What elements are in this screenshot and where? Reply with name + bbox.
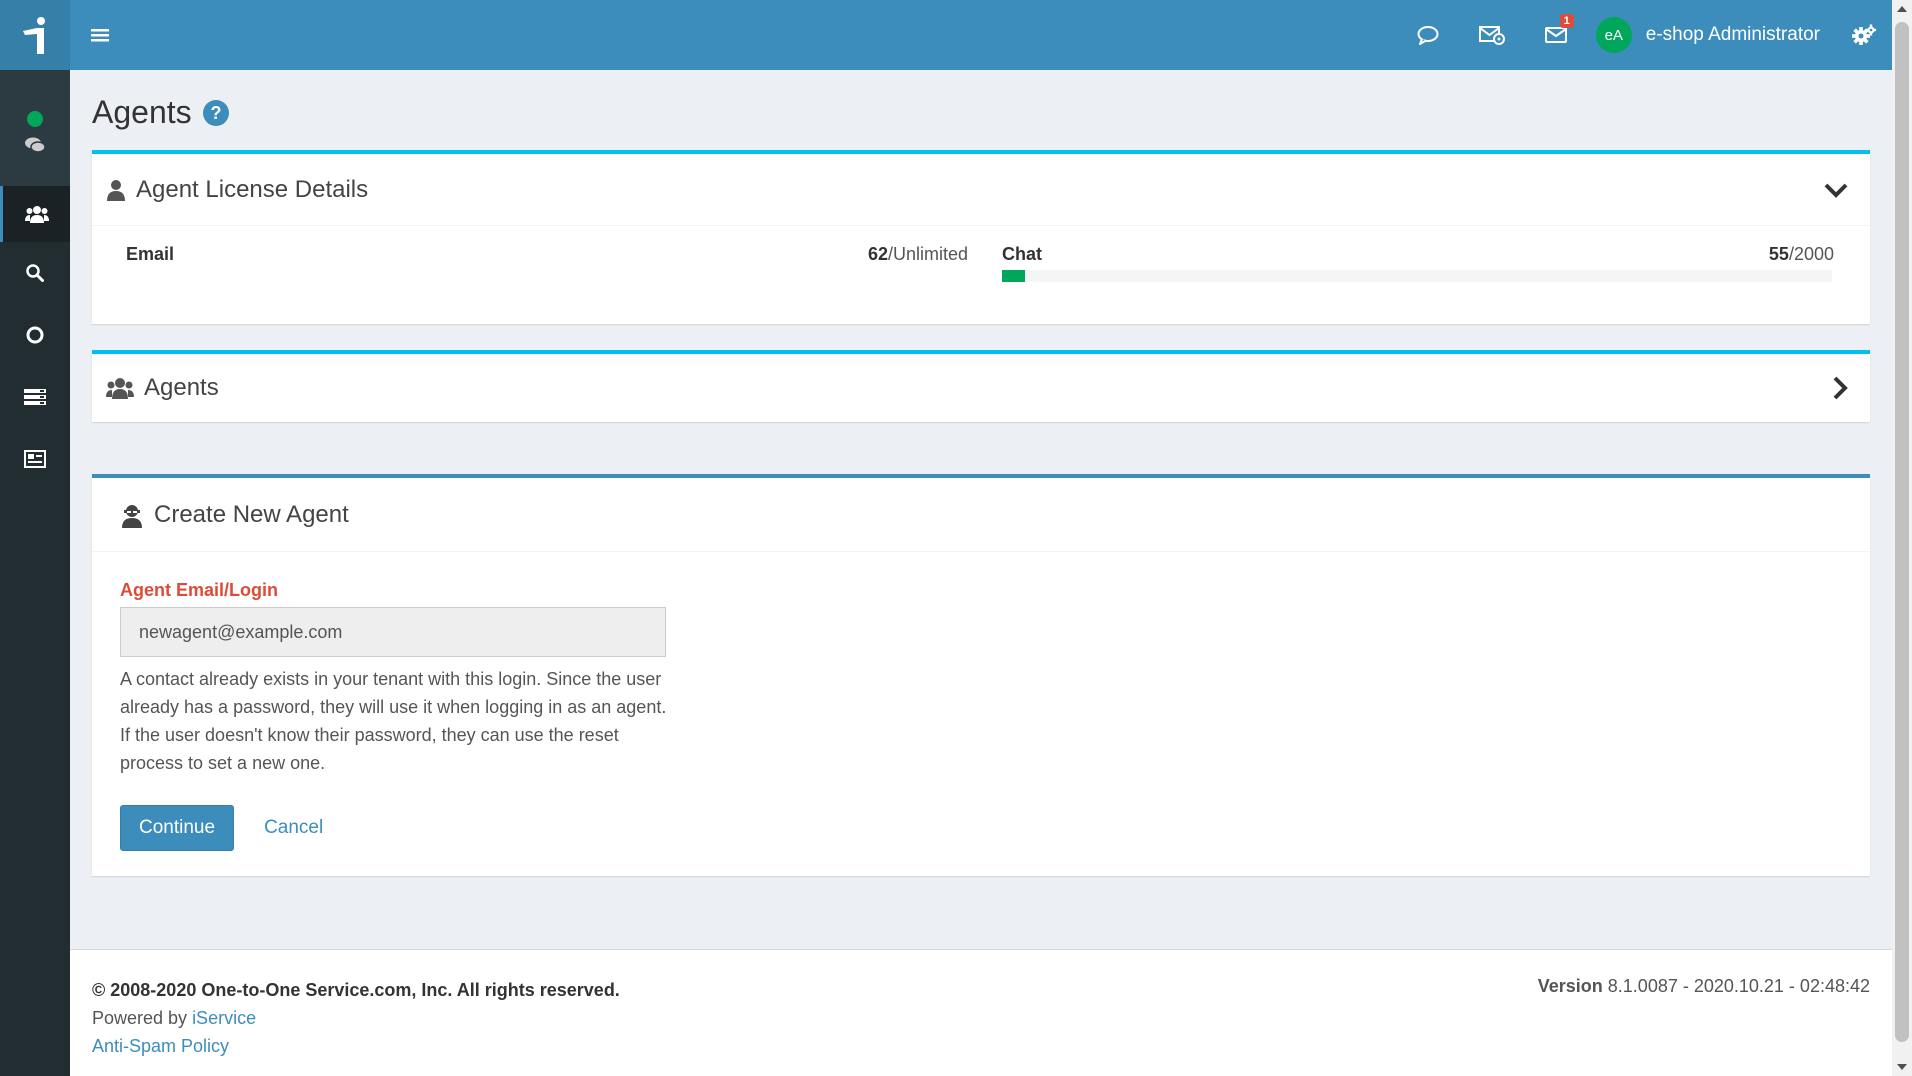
chat-license-label: Chat xyxy=(1002,244,1042,264)
page-title: Agents ? xyxy=(92,94,230,131)
user-name: e-shop Administrator xyxy=(1645,24,1820,45)
circle-icon xyxy=(26,326,44,344)
cancel-link[interactable]: Cancel xyxy=(264,817,323,839)
settings-button[interactable] xyxy=(1836,0,1892,70)
email-license-count: 62/Unlimited xyxy=(868,244,968,265)
version-label: Version xyxy=(1537,976,1603,996)
email-settings-button[interactable] xyxy=(1460,0,1524,70)
chat-license-count: 55/2000 xyxy=(1769,244,1834,265)
email-used: 62 xyxy=(867,244,888,264)
chat-icon xyxy=(25,137,45,153)
email-notifications-button[interactable]: 1 xyxy=(1524,0,1588,70)
chevron-down-icon[interactable] xyxy=(1824,182,1848,198)
sidebar-item-agents[interactable] xyxy=(0,186,70,242)
license-box-title: Agent License Details xyxy=(136,175,369,203)
chevron-right-icon[interactable] xyxy=(1832,376,1848,400)
app-logo[interactable] xyxy=(0,0,70,70)
gears-icon xyxy=(1852,24,1876,45)
agent-email-input[interactable] xyxy=(120,607,666,657)
sidebar-item-status[interactable] xyxy=(0,304,70,366)
user-menu[interactable]: eA e-shop Administrator xyxy=(1588,0,1836,70)
create-agent-title: Create New Agent xyxy=(154,500,349,528)
agent-email-label: Agent Email/Login xyxy=(120,580,279,600)
license-details-box: Agent License Details Email 62/Unlimited… xyxy=(92,150,1870,324)
online-status-icon xyxy=(27,111,43,127)
list-icon xyxy=(24,389,46,405)
svg-text:?: ? xyxy=(210,103,221,123)
sidebar-item-search[interactable] xyxy=(0,242,70,304)
avatar: eA xyxy=(1595,17,1632,53)
email-limit: /Unlimited xyxy=(887,244,968,264)
sidebar-item-contacts[interactable] xyxy=(0,428,70,490)
sidebar-toggle-button[interactable] xyxy=(70,0,130,70)
envelope-icon xyxy=(1544,27,1567,43)
users-icon xyxy=(24,206,49,223)
hamburger-icon xyxy=(91,29,109,42)
user-secret-icon xyxy=(122,504,142,528)
page-scrollbar[interactable] xyxy=(1892,0,1912,1076)
email-license-label: Email xyxy=(126,244,175,264)
search-icon xyxy=(26,264,44,282)
form-actions: Continue Cancel xyxy=(120,805,1842,851)
scroll-up-icon[interactable] xyxy=(1897,6,1907,12)
scroll-thumb[interactable] xyxy=(1895,22,1909,1042)
agents-box-title: Agents xyxy=(144,374,219,401)
main-content: Agents ? Agent License Details Email 62/… xyxy=(70,70,1892,949)
comment-icon xyxy=(1417,26,1439,45)
create-agent-box: Create New Agent Agent Email/Login A con… xyxy=(92,474,1870,876)
chat-used: 55 xyxy=(1768,244,1789,264)
iservice-link[interactable]: iService xyxy=(192,1008,256,1028)
sidebar-item-queues[interactable] xyxy=(0,366,70,428)
footer: © 2008-2020 One-to-One Service.com, Inc.… xyxy=(70,949,1892,1076)
envelope-gear-icon xyxy=(1478,26,1505,45)
sidebar xyxy=(0,0,70,1076)
license-row: Email 62/Unlimited Chat 55/2000 xyxy=(92,226,1870,316)
chat-license-progress xyxy=(1002,270,1832,282)
version-value: 8.1.0087 - 2020.10.21 - 02:48:42 xyxy=(1602,976,1870,996)
create-agent-form: Agent Email/Login A contact already exis… xyxy=(92,552,1870,881)
chat-limit: /2000 xyxy=(1788,244,1834,264)
user-icon xyxy=(107,179,125,201)
license-box-header[interactable]: Agent License Details xyxy=(92,154,1870,226)
antispam-policy-link[interactable]: Anti-Spam Policy xyxy=(92,1036,229,1056)
footer-version: Version 8.1.0087 - 2020.10.21 - 02:48:42 xyxy=(1538,976,1870,997)
agents-box-header[interactable]: Agents xyxy=(92,354,1870,422)
create-agent-header: Create New Agent xyxy=(92,478,1870,552)
footer-antispam: Anti-Spam Policy xyxy=(92,1032,1870,1060)
page-title-text: Agents xyxy=(92,94,192,130)
continue-button[interactable]: Continue xyxy=(120,805,235,851)
existing-contact-help-text: A contact already exists in your tenant … xyxy=(120,669,667,773)
users-icon xyxy=(106,378,134,399)
chat-notifications-button[interactable] xyxy=(1396,0,1460,70)
sidebar-item-chat[interactable] xyxy=(0,70,70,186)
top-navbar: 1 eA e-shop Administrator xyxy=(70,0,1892,70)
scroll-down-icon[interactable] xyxy=(1897,1064,1907,1070)
chat-license-progress-fill xyxy=(1002,270,1025,282)
powered-by-prefix: Powered by xyxy=(92,1008,193,1028)
footer-powered-by: Powered by iService xyxy=(92,1004,1870,1032)
agents-box: Agents xyxy=(92,350,1870,422)
copyright-text: © 2008-2020 One-to-One Service.com, Inc.… xyxy=(92,980,620,1000)
iservice-logo-icon xyxy=(23,17,45,54)
notification-badge: 1 xyxy=(1559,14,1574,28)
contact-card-icon xyxy=(24,450,46,468)
help-icon[interactable]: ? xyxy=(202,99,230,127)
